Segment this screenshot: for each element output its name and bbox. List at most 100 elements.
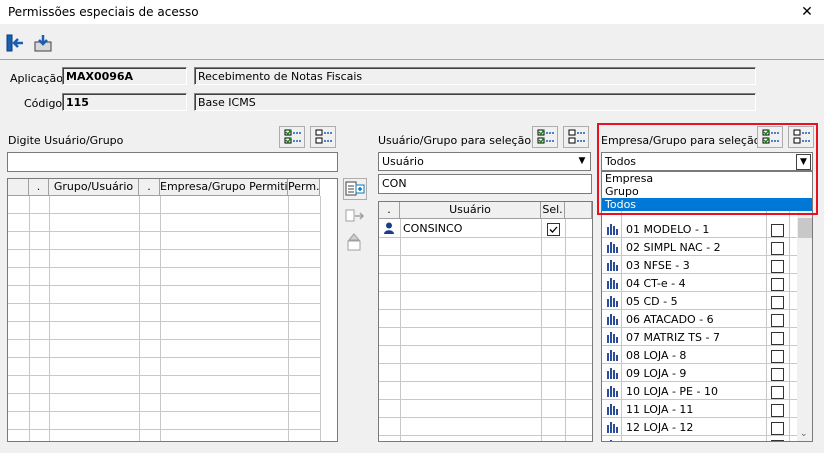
company-select-checkbox[interactable]: [771, 404, 784, 417]
company-select-checkbox[interactable]: [771, 242, 784, 255]
move-right-button[interactable]: [343, 205, 367, 227]
grid-column-line: [29, 196, 30, 441]
uncheck-all-icon: [568, 129, 585, 144]
company-select-checkbox[interactable]: [771, 260, 784, 273]
type-dropdown-list[interactable]: Empresa Grupo Todos: [601, 171, 813, 211]
right-select-all-button[interactable]: [757, 126, 783, 148]
company-select-checkbox[interactable]: [771, 278, 784, 291]
list-item[interactable]: 12 LOJA - 12: [602, 418, 797, 436]
exit-icon: [6, 34, 23, 52]
chevron-down-icon[interactable]: ▼: [796, 154, 811, 170]
list-item[interactable]: 08 LOJA - 8: [602, 346, 797, 364]
company-name: 07 MATRIZ TS - 7: [626, 331, 720, 344]
grid-row-line: [8, 357, 320, 358]
company-selection-grid[interactable]: 01 MODELO - 1 02 SIMPL NAC - 2 03 NFSE - 3…: [601, 201, 813, 442]
col-perm[interactable]: Perm.: [288, 179, 320, 196]
grid-row-line: [379, 327, 592, 328]
middle-deselect-all-button[interactable]: [563, 126, 589, 148]
grid-row-line: [379, 417, 592, 418]
scroll-down-icon[interactable]: ⌄: [800, 429, 808, 439]
right-type-select[interactable]: Todos ▼: [601, 152, 813, 171]
col-usuario[interactable]: Usuário: [400, 202, 541, 219]
dropdown-option-empresa[interactable]: Empresa: [602, 172, 812, 185]
list-item[interactable]: 09 LOJA - 9: [602, 364, 797, 382]
user-select-checkbox[interactable]: [547, 223, 560, 236]
chevron-down-icon[interactable]: ▼: [573, 153, 590, 170]
col-dot-1[interactable]: .: [29, 179, 49, 196]
add-to-grid-icon: [345, 181, 365, 196]
uncheck-all-icon: [315, 129, 332, 144]
exit-button[interactable]: [3, 31, 27, 55]
user-group-search-input[interactable]: [7, 152, 338, 172]
right-select-value: Todos: [605, 155, 637, 168]
grid-column-line: [288, 196, 289, 441]
list-item[interactable]: 02 SIMPL NAC - 2: [602, 238, 797, 256]
dropdown-option-todos[interactable]: Todos: [602, 198, 812, 211]
left-panel-label: Digite Usuário/Grupo: [8, 134, 124, 147]
list-item[interactable]: 07 MATRIZ TS - 7: [602, 328, 797, 346]
company-select-checkbox[interactable]: [771, 350, 784, 363]
company-name: 09 LOJA - 9: [626, 367, 687, 380]
col-empresa-grupo[interactable]: Empresa/Grupo Permitido: [160, 179, 288, 196]
grid-row-line: [8, 429, 320, 430]
company-name: 02 SIMPL NAC - 2: [626, 241, 721, 254]
list-item[interactable]: 05 CD - 5: [602, 292, 797, 310]
col-empty: [565, 202, 592, 219]
table-row[interactable]: CONSINCO: [379, 219, 592, 237]
company-select-checkbox[interactable]: [771, 296, 784, 309]
permissions-grid[interactable]: . Grupo/Usuário . Empresa/Grupo Permitid…: [7, 178, 338, 442]
grid-column-line: [139, 196, 140, 441]
toolbar-separator: [0, 59, 824, 60]
company-select-checkbox[interactable]: [771, 440, 784, 441]
building-icon: [607, 332, 618, 343]
middle-select-value: Usuário: [382, 155, 424, 168]
company-select-checkbox[interactable]: [771, 422, 784, 435]
grid-row-line: [379, 291, 592, 292]
list-item[interactable]: 06 ATACADO - 6: [602, 310, 797, 328]
building-icon: [610, 440, 612, 441]
scrollbar[interactable]: ⌄: [797, 202, 812, 441]
list-item[interactable]: 13 LOJA - 13: [602, 436, 797, 441]
list-item[interactable]: 04 CT-e - 4: [602, 274, 797, 292]
check-icon: [549, 226, 558, 233]
building-icon: [607, 224, 618, 235]
col-sel[interactable]: Sel.: [541, 202, 565, 219]
middle-type-select[interactable]: Usuário ▼: [378, 152, 591, 171]
company-name: 12 LOJA - 12: [626, 421, 694, 434]
list-item[interactable]: 01 MODELO - 1: [602, 220, 797, 238]
clear-button[interactable]: [343, 231, 367, 253]
left-select-all-button[interactable]: [279, 126, 305, 148]
company-select-checkbox[interactable]: [771, 386, 784, 399]
right-deselect-all-button[interactable]: [788, 126, 814, 148]
grid-row-line: [379, 363, 592, 364]
grid-row-line: [379, 237, 592, 238]
company-name: 13 LOJA - 13: [626, 439, 693, 441]
dropdown-option-grupo[interactable]: Grupo: [602, 185, 812, 198]
company-select-checkbox[interactable]: [771, 224, 784, 237]
list-item[interactable]: 03 NFSE - 3: [602, 256, 797, 274]
user-selection-grid[interactable]: . Usuário Sel. CONSINCO: [378, 201, 593, 442]
col-dot[interactable]: .: [379, 202, 400, 219]
left-deselect-all-button[interactable]: [310, 126, 336, 148]
company-name: 08 LOJA - 8: [626, 349, 687, 362]
building-icon: [607, 386, 618, 397]
grid-row-line: [8, 303, 320, 304]
company-select-checkbox[interactable]: [771, 314, 784, 327]
middle-filter-input[interactable]: CON: [378, 174, 592, 194]
list-item[interactable]: 10 LOJA - PE - 10: [602, 382, 797, 400]
company-name: 11 LOJA - 11: [626, 403, 694, 416]
save-button[interactable]: [31, 31, 55, 55]
move-right-icon: [345, 209, 365, 222]
grid-row-line: [379, 345, 592, 346]
company-name: 06 ATACADO - 6: [626, 313, 714, 326]
close-button[interactable]: ✕: [790, 0, 824, 24]
company-select-checkbox[interactable]: [771, 332, 784, 345]
add-permission-button[interactable]: [343, 178, 367, 200]
middle-select-all-button[interactable]: [532, 126, 558, 148]
col-dot-2[interactable]: .: [139, 179, 160, 196]
codigo-desc-field: Base ICMS: [194, 93, 756, 111]
col-grupo-usuario[interactable]: Grupo/Usuário: [49, 179, 139, 196]
company-select-checkbox[interactable]: [771, 368, 784, 381]
scrollbar-thumb[interactable]: [798, 218, 812, 238]
list-item[interactable]: 11 LOJA - 11: [602, 400, 797, 418]
